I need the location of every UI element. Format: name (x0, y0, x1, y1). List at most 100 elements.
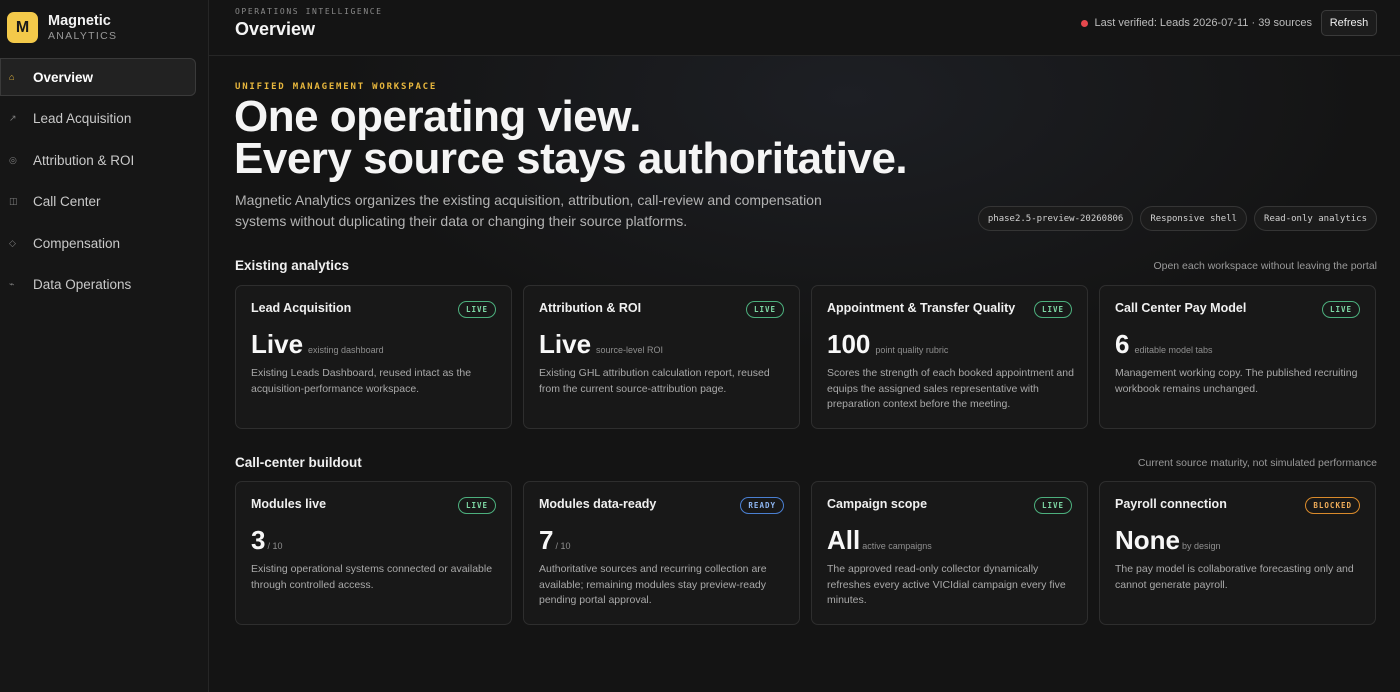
header-kicker: OPERATIONS INTELLIGENCE (235, 7, 383, 16)
build-version-pill: phase2.5-preview-20260806 (977, 206, 1134, 231)
status-badge: LIVE (745, 301, 784, 318)
metric-value: Live (251, 329, 304, 359)
brand-name: Magnetic (48, 12, 111, 29)
pulse-icon: ⌁ (9, 279, 15, 289)
status-badge: READY (740, 497, 784, 514)
card-campaign-scope[interactable]: Campaign scope LIVE All active campaigns… (811, 481, 1088, 625)
card-title: Appointment & Transfer Quality (827, 301, 1016, 315)
home-icon: ⌂ (9, 72, 15, 82)
card-title: Payroll connection (1115, 497, 1227, 511)
card-metric: All active campaigns (827, 525, 932, 556)
card-metric: 100 point quality rubric (827, 329, 948, 360)
page-title: Overview (235, 19, 316, 39)
card-description: Existing GHL attribution calculation rep… (539, 367, 770, 395)
brand[interactable]: M Magnetic ANALYTICS (7, 12, 117, 43)
card-title: Modules data-ready (539, 497, 657, 511)
sidebar-item-label: Data Operations (33, 277, 132, 292)
metric-value: Live (539, 329, 592, 359)
arrow-up-right-icon: ↗ (9, 113, 17, 123)
sidebar-item-label: Attribution & ROI (33, 152, 135, 168)
metric-value: 7 (539, 525, 554, 555)
sidebar-item-compensation[interactable]: ◇ Compensation (0, 224, 196, 262)
metric-unit: editable model tabs (1134, 345, 1213, 355)
call-center-buildout-cards: Modules live LIVE 3 / 10 Existing operat… (235, 481, 1376, 625)
metric-unit: / 10 (267, 541, 283, 551)
card-lead-acquisition[interactable]: Lead Acquisition LIVE Live existing dash… (235, 285, 512, 429)
meta-pills: phase2.5-preview-20260806 Responsive she… (977, 206, 1377, 231)
status-badge: BLOCKED (1305, 497, 1360, 514)
section-title-existing-analytics: Existing analytics (235, 258, 350, 273)
verification-text: Last verified: Leads 2026-07-11 · 39 sou… (1094, 17, 1312, 29)
existing-analytics-cards: Lead Acquisition LIVE Live existing dash… (235, 285, 1376, 429)
card-metric: None by design (1115, 525, 1221, 556)
refresh-button[interactable]: Refresh (1321, 10, 1377, 36)
card-metric: 3 / 10 (251, 525, 282, 556)
section-note-existing-analytics: Open each workspace without leaving the … (1153, 260, 1377, 272)
card-payroll-connection[interactable]: Payroll connection BLOCKED None by desig… (1099, 481, 1376, 625)
metric-unit: source-level ROI (596, 345, 664, 355)
metric-value: None (1115, 525, 1180, 555)
card-title: Call Center Pay Model (1115, 301, 1247, 315)
sidebar-item-data-operations[interactable]: ⌁ Data Operations (0, 266, 196, 304)
brand-subtitle: ANALYTICS (48, 29, 118, 42)
card-call-center-pay-model[interactable]: Call Center Pay Model LIVE 6 editable mo… (1099, 285, 1376, 429)
sidebar-nav: ⌂ Overview ↗ Lead Acquisition ◎ Attribut… (0, 58, 196, 307)
responsive-shell-pill: Responsive shell (1140, 206, 1248, 231)
brand-text: Magnetic ANALYTICS (48, 13, 117, 43)
metric-unit: / 10 (555, 541, 571, 551)
card-description: Management working copy. The published r… (1115, 367, 1358, 395)
metric-unit: active campaigns (862, 541, 932, 551)
metric-value: All (827, 525, 861, 555)
status-dot-icon (1080, 19, 1088, 27)
sidebar-item-lead-acquisition[interactable]: ↗ Lead Acquisition (0, 100, 196, 138)
card-title: Campaign scope (827, 497, 928, 511)
card-metric: 6 editable model tabs (1115, 329, 1213, 360)
card-attribution-roi[interactable]: Attribution & ROI LIVE Live source-level… (523, 285, 800, 429)
hero-description: Magnetic Analytics organizes the existin… (235, 192, 822, 229)
card-metric: 7 / 10 (539, 525, 570, 556)
card-description: The pay model is collaborative forecasti… (1115, 563, 1354, 591)
diamond-icon: ◇ (9, 237, 16, 248)
sidebar-item-label: Lead Acquisition (33, 111, 132, 126)
status-badge: LIVE (457, 301, 496, 318)
card-modules-live[interactable]: Modules live LIVE 3 / 10 Existing operat… (235, 481, 512, 625)
card-description: Existing Leads Dashboard, reused intact … (251, 367, 472, 395)
sidebar: M Magnetic ANALYTICS ⌂ Overview ↗ Lead A… (0, 0, 209, 692)
status-badge: LIVE (1321, 301, 1360, 318)
card-metric: Live existing dashboard (251, 329, 384, 360)
hero-line-2: Every source stays authoritative. (234, 134, 908, 183)
sidebar-item-label: Call Center (33, 194, 101, 209)
card-description: Scores the strength of each booked appoi… (827, 367, 1074, 410)
panel-icon: ◫ (9, 196, 18, 206)
card-title: Lead Acquisition (251, 301, 352, 315)
section-title-call-center-buildout: Call-center buildout (235, 455, 362, 470)
sidebar-item-overview[interactable]: ⌂ Overview (0, 58, 196, 96)
card-appointment-transfer-quality[interactable]: Appointment & Transfer Quality LIVE 100 … (811, 285, 1088, 429)
hero-headline: One operating view. Every source stays a… (234, 92, 908, 183)
section-note-call-center-buildout: Current source maturity, not simulated p… (1137, 457, 1377, 469)
sidebar-item-label: Compensation (33, 235, 121, 251)
status-badge: LIVE (1033, 301, 1072, 318)
sidebar-item-call-center[interactable]: ◫ Call Center (0, 183, 196, 221)
metric-unit: by design (1182, 541, 1221, 551)
brand-logo: M (7, 12, 38, 43)
card-description: Authoritative sources and recurring coll… (539, 563, 767, 606)
card-metric: Live source-level ROI (539, 329, 663, 360)
sidebar-item-label: Overview (33, 69, 94, 85)
sidebar-item-attribution-roi[interactable]: ◎ Attribution & ROI (0, 141, 196, 179)
metric-value: 3 (251, 525, 266, 555)
read-only-pill: Read-only analytics (1254, 206, 1377, 231)
metric-value: 100 (827, 329, 871, 359)
card-description: The approved read-only collector dynamic… (827, 563, 1066, 606)
target-icon: ◎ (9, 154, 17, 165)
card-title: Attribution & ROI (539, 301, 642, 315)
main-content: UNIFIED MANAGEMENT WORKSPACE One operati… (209, 56, 1400, 692)
top-bar: OPERATIONS INTELLIGENCE Overview Last ve… (209, 0, 1400, 56)
card-description: Existing operational systems connected o… (251, 563, 493, 591)
hero-eyebrow: UNIFIED MANAGEMENT WORKSPACE (235, 82, 438, 92)
metric-value: 6 (1115, 329, 1130, 359)
hero-line-1: One operating view. (234, 92, 641, 141)
card-modules-data-ready[interactable]: Modules data-ready READY 7 / 10 Authorit… (523, 481, 800, 625)
verification-status: Last verified: Leads 2026-07-11 · 39 sou… (1080, 17, 1312, 29)
metric-unit: existing dashboard (308, 345, 384, 355)
